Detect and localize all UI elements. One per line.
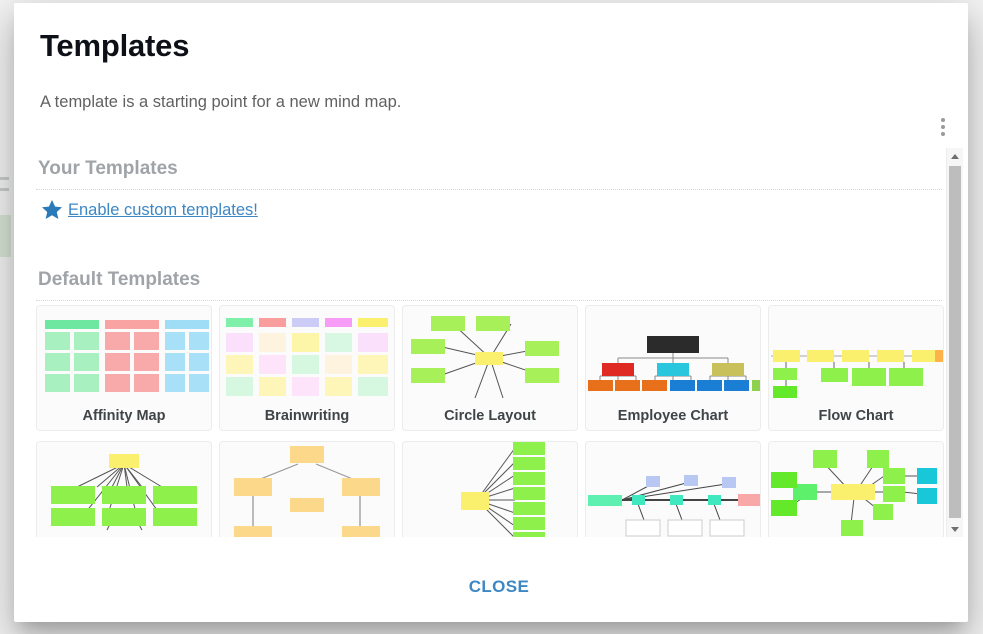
templates-dialog: Templates A template is a starting point…	[14, 3, 968, 622]
kebab-dot	[941, 125, 945, 129]
template-card-radial-green[interactable]	[36, 441, 212, 537]
background-artifact	[0, 177, 9, 180]
template-card-label: Employee Chart	[617, 408, 729, 424]
template-thumbnail-brainwriting	[220, 306, 394, 404]
template-card-circle-layout[interactable]: Circle Layout	[402, 305, 578, 431]
template-card-flow-chart[interactable]: Flow Chart	[768, 305, 944, 431]
dialog-subtitle: A template is a starting point for a new…	[40, 93, 402, 111]
template-card-label: Circle Layout	[444, 408, 536, 424]
kebab-menu-icon[interactable]	[929, 111, 957, 143]
chevron-up-icon[interactable]	[947, 148, 963, 164]
template-card-timeline-blue[interactable]	[585, 441, 761, 537]
template-thumbnail-radial-green	[37, 442, 211, 537]
template-thumbnail-star-burst	[769, 442, 943, 537]
kebab-dot	[941, 118, 945, 122]
chevron-down-icon[interactable]	[947, 521, 963, 537]
enable-custom-templates-label: Enable custom templates!	[68, 200, 258, 219]
templates-scroll-area[interactable]: Affinity Map Brainwriting Circle Layout …	[36, 305, 960, 537]
template-card-fan-right[interactable]	[402, 441, 578, 537]
templates-scrollbar[interactable]	[946, 148, 963, 537]
background-artifact	[0, 188, 9, 191]
section-divider	[36, 300, 942, 301]
close-button[interactable]: CLOSE	[444, 569, 554, 605]
template-thumbnail-flow-chart	[769, 306, 943, 404]
template-card-brainwriting[interactable]: Brainwriting	[219, 305, 395, 431]
template-thumbnail-affinity-map	[37, 306, 211, 404]
templates-grid: Affinity Map Brainwriting Circle Layout …	[36, 305, 960, 537]
template-thumbnail-employee-chart	[586, 306, 760, 404]
template-card-star-burst[interactable]	[768, 441, 944, 537]
section-divider	[36, 189, 942, 190]
template-card-label: Affinity Map	[82, 408, 166, 424]
section-heading-default-templates: Default Templates	[38, 269, 201, 290]
template-thumbnail-org-orange	[220, 442, 394, 537]
star-icon	[42, 200, 62, 219]
scrollbar-thumb[interactable]	[949, 166, 961, 518]
template-card-affinity-map[interactable]: Affinity Map	[36, 305, 212, 431]
dialog-title: Templates	[40, 28, 190, 63]
template-thumbnail-timeline-blue	[586, 442, 760, 537]
template-card-employee-chart[interactable]: Employee Chart	[585, 305, 761, 431]
template-card-org-orange[interactable]	[219, 441, 395, 537]
section-heading-your-templates: Your Templates	[38, 158, 178, 179]
background-artifact	[0, 215, 11, 257]
template-card-label: Flow Chart	[818, 408, 894, 424]
template-thumbnail-fan-right	[403, 442, 577, 537]
enable-custom-templates-link[interactable]: Enable custom templates!	[40, 198, 258, 222]
template-card-label: Brainwriting	[264, 408, 350, 424]
app-background: Templates A template is a starting point…	[0, 0, 983, 634]
template-thumbnail-circle-layout	[403, 306, 577, 404]
kebab-dot	[941, 132, 945, 136]
